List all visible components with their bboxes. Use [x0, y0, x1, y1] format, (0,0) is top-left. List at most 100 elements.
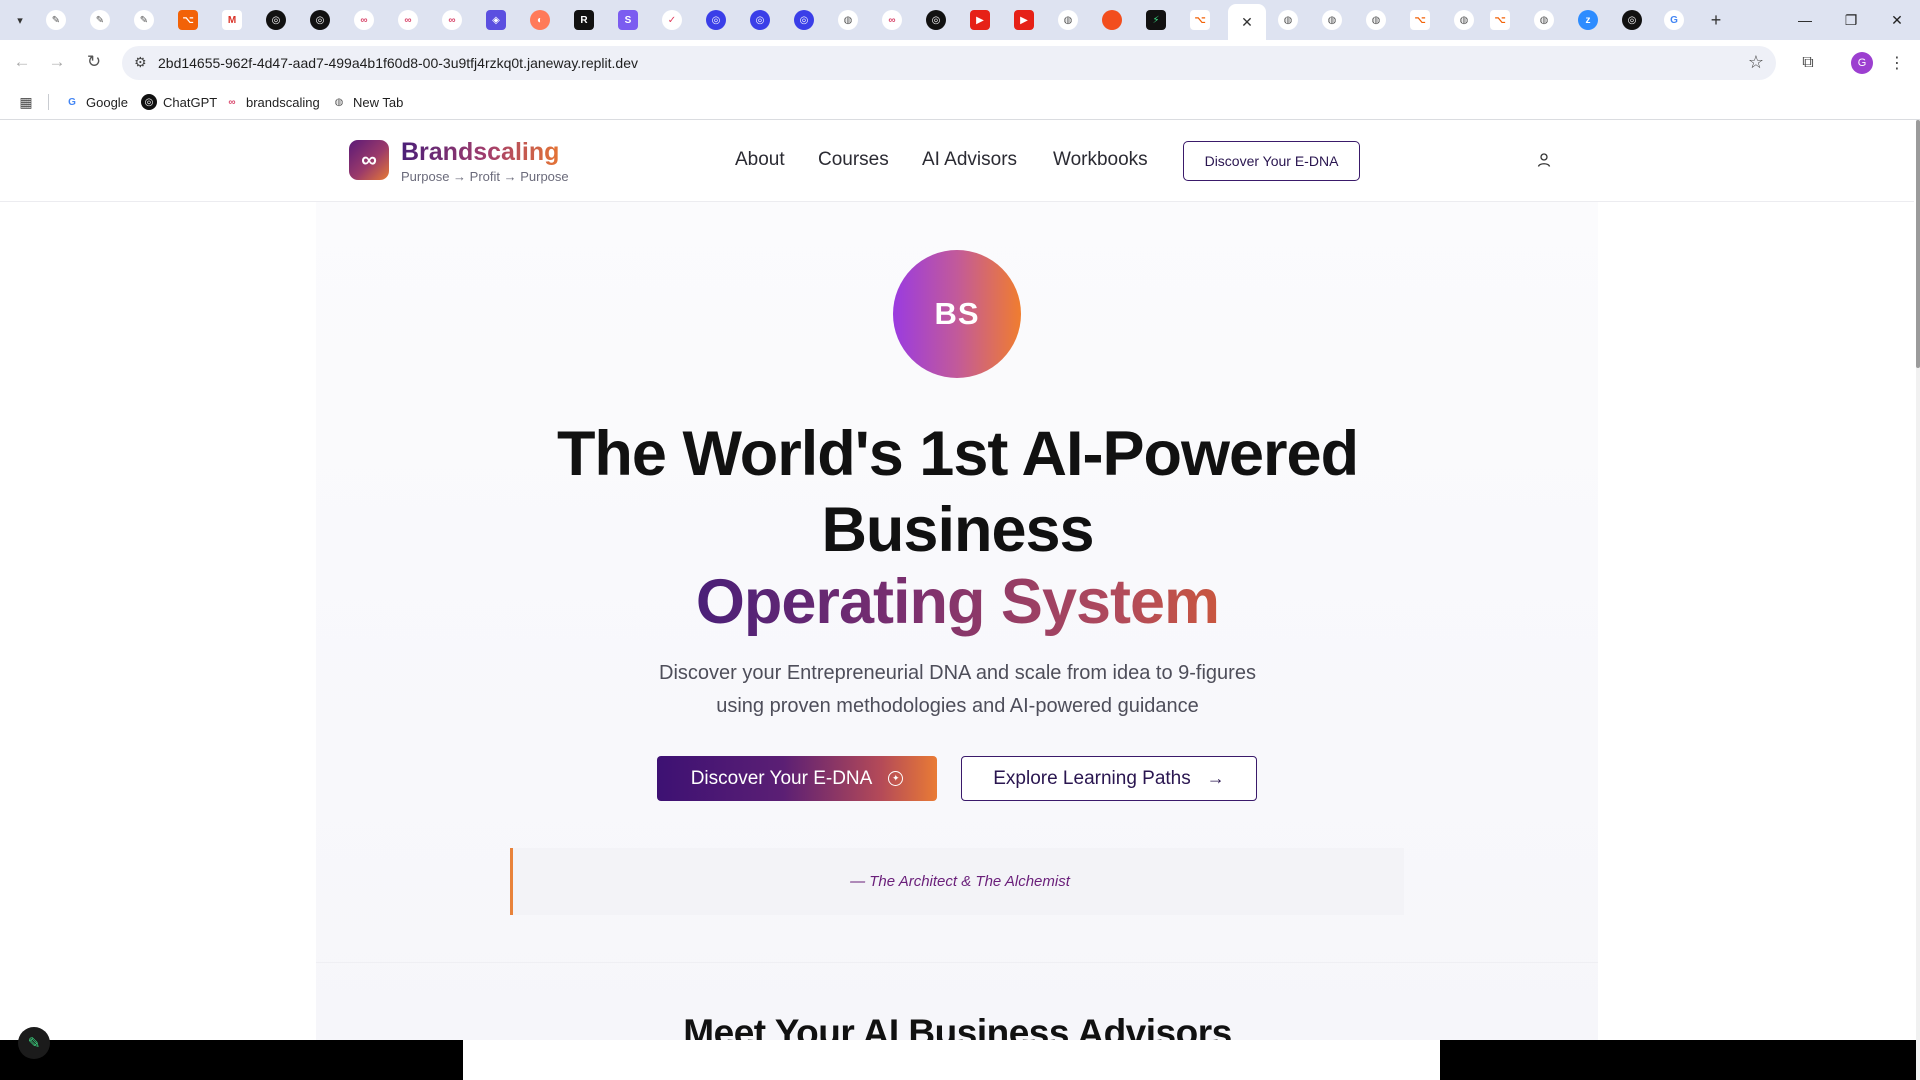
- hero-subtitle-line-2: using proven methodologies and AI-powere…: [716, 695, 1199, 717]
- hero-subtitle-line-1: Discover your Entrepreneurial DNA and sc…: [659, 662, 1256, 684]
- tab-favicon-chatgpt[interactable]: ◎: [266, 10, 286, 30]
- brand-avatar: BS: [893, 250, 1021, 378]
- tab-favicon[interactable]: ✎: [134, 10, 154, 30]
- tab-favicon-globe[interactable]: ◍: [1322, 10, 1342, 30]
- discover-edna-button[interactable]: Discover Your E-DNA ✦: [657, 756, 937, 801]
- bookmark-google[interactable]: G Google: [64, 93, 128, 111]
- browser-toolbar: ← → ↻ ⚙ 2bd14655-962f-4d47-aad7-499a4b1f…: [0, 40, 1920, 84]
- tab-favicon[interactable]: ◎: [706, 10, 726, 30]
- brand-name[interactable]: Brandscaling: [401, 138, 559, 167]
- edit-pencil-icon[interactable]: ✎: [18, 1027, 50, 1059]
- tab-favicon-globe[interactable]: ◍: [1278, 10, 1298, 30]
- brand-tagline: Purpose → Profit → Purpose: [401, 169, 569, 184]
- hero-title-line-1: The World's 1st AI-Powered: [556, 419, 1359, 489]
- hero-title-accent: Operating System: [460, 564, 1455, 640]
- tab-favicon-chatgpt[interactable]: ◎: [926, 10, 946, 30]
- brand-logo-infinity-icon[interactable]: ∞: [349, 140, 389, 180]
- nav-about[interactable]: About: [735, 149, 785, 171]
- brandscaling-icon: ∞: [228, 96, 236, 108]
- restore-icon[interactable]: ❐: [1828, 0, 1874, 40]
- tab-favicon[interactable]: ✎: [90, 10, 110, 30]
- bookmark-label: ChatGPT: [163, 94, 218, 110]
- bookmark-new-tab[interactable]: ◍ New Tab: [331, 93, 404, 111]
- hero-title-line-2: Business: [821, 495, 1094, 565]
- tab-favicon[interactable]: ◎: [794, 10, 814, 30]
- tab-favicon[interactable]: [1102, 10, 1122, 30]
- tab-favicon-globe[interactable]: ◍: [1534, 10, 1554, 30]
- url-text[interactable]: 2bd14655-962f-4d47-aad7-499a4b1f60d8-00-…: [158, 55, 638, 71]
- extensions-icon[interactable]: ⧉: [1797, 52, 1819, 74]
- tab-favicon[interactable]: ⌥: [1490, 10, 1510, 30]
- apps-grid-icon[interactable]: ▦: [17, 93, 35, 111]
- bookmark-brandscaling[interactable]: ∞ brandscaling: [224, 93, 320, 111]
- site-header: ∞ Brandscaling Purpose → Profit → Purpos…: [0, 120, 1914, 202]
- tab-favicon[interactable]: G: [1664, 10, 1684, 30]
- discover-edna-label: Discover Your E-DNA: [690, 767, 873, 789]
- tab-favicon-globe[interactable]: ◍: [1454, 10, 1474, 30]
- globe-icon: ◍: [334, 96, 344, 108]
- tab-favicon[interactable]: ∞: [882, 10, 902, 30]
- bookmark-chatgpt[interactable]: ◎ ChatGPT: [141, 93, 217, 111]
- chatgpt-icon: ◎: [141, 94, 157, 110]
- minimize-icon[interactable]: —: [1782, 0, 1828, 40]
- tab-favicon-youtube[interactable]: ▶: [970, 10, 990, 30]
- reload-icon[interactable]: ↻: [82, 50, 106, 74]
- tab-favicon[interactable]: ◐: [530, 10, 550, 30]
- tab-favicon-globe[interactable]: ◍: [1366, 10, 1386, 30]
- hero-title-accent-text: Operating System: [695, 567, 1220, 637]
- forward-icon[interactable]: →: [45, 50, 69, 74]
- brain-icon: ✦: [888, 771, 904, 786]
- tab-favicon[interactable]: ⚡: [1146, 10, 1166, 30]
- nav-workbooks[interactable]: Workbooks: [1053, 149, 1148, 171]
- tab-favicon[interactable]: ⌥: [1410, 10, 1430, 30]
- browser-tab-strip: ▾ ✎ ✎ ✎ ⌥ M ◎ ◎ ∞ ∞ ∞ ◈ ◐ R S ✓ ◎ ◎ ◎ ◍ …: [0, 0, 1920, 40]
- quote-attribution: — The Architect & The Alchemist: [850, 873, 1070, 890]
- tab-favicon-gmail[interactable]: M: [222, 10, 242, 30]
- nav-courses[interactable]: Courses: [818, 149, 889, 171]
- bookmark-label: Google: [86, 94, 128, 110]
- bookmark-label: brandscaling: [246, 94, 320, 110]
- arrow-right-icon: →: [1206, 768, 1225, 788]
- tab-favicon-youtube[interactable]: ▶: [1014, 10, 1034, 30]
- user-account-icon[interactable]: [1536, 152, 1552, 168]
- bookmark-label: New Tab: [353, 94, 404, 110]
- tab-favicon[interactable]: ✎: [46, 10, 66, 30]
- bottom-panel: [463, 1040, 1440, 1080]
- tab-favicon[interactable]: ⌥: [1190, 10, 1210, 30]
- bookmarks-divider: [48, 94, 49, 110]
- tab-favicon[interactable]: ✓: [662, 10, 682, 30]
- new-tab-button[interactable]: +: [1704, 8, 1728, 32]
- tab-favicon[interactable]: R: [574, 10, 594, 30]
- back-icon[interactable]: ←: [10, 50, 34, 74]
- active-tab-close-icon[interactable]: ✕: [1228, 4, 1266, 40]
- tab-favicon-globe[interactable]: ◍: [838, 10, 858, 30]
- explore-learning-paths-button[interactable]: Explore Learning Paths →: [961, 756, 1257, 801]
- scrollbar-thumb[interactable]: [1916, 120, 1920, 368]
- header-discover-edna-button[interactable]: Discover Your E-DNA: [1183, 141, 1360, 181]
- tab-favicon[interactable]: ◎: [750, 10, 770, 30]
- tab-favicon[interactable]: ∞: [354, 10, 374, 30]
- site-settings-icon[interactable]: ⚙: [134, 54, 147, 71]
- nav-ai-advisors[interactable]: AI Advisors: [922, 149, 1017, 171]
- bookmark-star-icon[interactable]: ☆: [1748, 52, 1764, 73]
- tab-favicon-chatgpt[interactable]: ◎: [310, 10, 330, 30]
- tab-favicon-chatgpt[interactable]: ◎: [1622, 10, 1642, 30]
- tab-search-icon[interactable]: ▾: [8, 8, 32, 32]
- address-bar[interactable]: ⚙ 2bd14655-962f-4d47-aad7-499a4b1f60d8-0…: [122, 46, 1776, 80]
- tab-favicon[interactable]: ∞: [398, 10, 418, 30]
- tab-favicon[interactable]: S: [618, 10, 638, 30]
- hero-subtitle: Discover your Entrepreneurial DNA and sc…: [560, 657, 1355, 723]
- bookmarks-bar: ▦ G Google ◎ ChatGPT ∞ brandscaling ◍ Ne…: [0, 84, 1920, 120]
- page-viewport: ∞ Brandscaling Purpose → Profit → Purpos…: [0, 120, 1920, 1080]
- tab-favicon-zoom[interactable]: z: [1578, 10, 1598, 30]
- page-scrollbar[interactable]: [1916, 120, 1920, 1080]
- tab-favicon-globe[interactable]: ◍: [1058, 10, 1078, 30]
- tab-favicon[interactable]: ⌥: [178, 10, 198, 30]
- profile-avatar[interactable]: G: [1851, 52, 1873, 74]
- tab-favicon[interactable]: ∞: [442, 10, 462, 30]
- tab-favicon[interactable]: ◈: [486, 10, 506, 30]
- close-window-icon[interactable]: ✕: [1874, 0, 1920, 40]
- browser-menu-icon[interactable]: ⋮: [1886, 52, 1908, 74]
- explore-learning-paths-label: Explore Learning Paths: [993, 767, 1191, 789]
- section-divider: [316, 962, 1598, 963]
